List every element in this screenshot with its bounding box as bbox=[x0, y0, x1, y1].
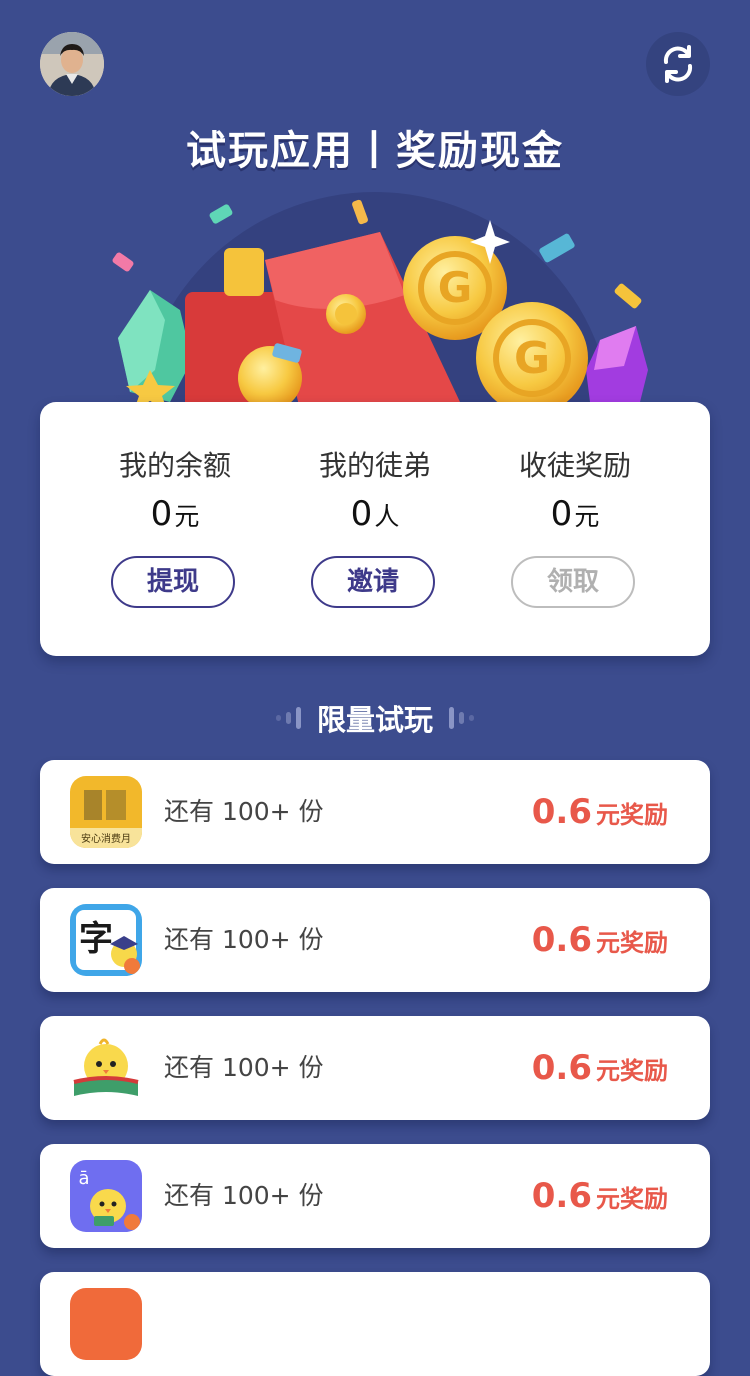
reward: 0.6 元奖励 bbox=[531, 1176, 668, 1216]
app-icon-chick-pinyin: ā bbox=[70, 1160, 142, 1232]
section-header: 限量试玩 bbox=[0, 694, 750, 742]
app-icon-chick-book bbox=[70, 1032, 142, 1104]
balance-value: 0元 bbox=[150, 494, 200, 534]
apprentice-label: 我的徒弟 bbox=[318, 449, 431, 482]
task-item[interactable]: 还有 100+ 份 0.6 元奖励 bbox=[40, 1016, 710, 1120]
reward: 0.6 元奖励 bbox=[531, 1048, 668, 1088]
task-item[interactable]: 安心消费月 还有 100+ 份 0.6 元奖励 bbox=[40, 760, 710, 864]
avatar[interactable] bbox=[40, 32, 104, 96]
app-icon-orange bbox=[70, 1288, 142, 1360]
signal-bars-right-icon bbox=[449, 707, 474, 729]
refresh-icon bbox=[663, 45, 693, 83]
claim-button[interactable]: 领取 bbox=[511, 556, 635, 608]
svg-text:字: 字 bbox=[79, 919, 113, 959]
signal-bars-left-icon bbox=[275, 707, 301, 729]
app-icon-zi-character: 字 bbox=[70, 904, 142, 976]
apprentice-reward-value: 0元 bbox=[550, 494, 600, 534]
user-avatar-icon bbox=[40, 32, 104, 96]
remaining-count: 还有 100+ 份 bbox=[164, 1053, 324, 1082]
stats-card: 我的余额 0元 提现 我的徒弟 0人 邀请 收徒奖励 0元 领取 bbox=[40, 402, 710, 656]
red-envelope-coins-illustration: G G bbox=[100, 170, 650, 410]
remaining-count: 还有 100+ 份 bbox=[164, 1181, 324, 1210]
svg-text:ā: ā bbox=[78, 1168, 89, 1189]
apprentice-value: 0人 bbox=[350, 494, 400, 534]
task-item[interactable]: 字 还有 100+ 份 0.6 元奖励 bbox=[40, 888, 710, 992]
section-title: 限量试玩 bbox=[316, 703, 433, 737]
withdraw-button[interactable]: 提现 bbox=[111, 556, 235, 608]
page-title: 试玩应用丨奖励现金 bbox=[186, 128, 564, 174]
task-item[interactable]: ā 还有 100+ 份 0.6 元奖励 bbox=[40, 1144, 710, 1248]
task-item[interactable] bbox=[40, 1272, 710, 1376]
invite-button[interactable]: 邀请 bbox=[311, 556, 435, 608]
svg-text:G: G bbox=[438, 263, 472, 312]
balance-label: 我的余额 bbox=[118, 449, 231, 482]
svg-text:安心消费月: 安心消费月 bbox=[81, 832, 131, 845]
remaining-count: 还有 100+ 份 bbox=[164, 797, 324, 826]
remaining-count: 还有 100+ 份 bbox=[164, 925, 324, 954]
reward: 0.6 元奖励 bbox=[531, 920, 668, 960]
refresh-button[interactable] bbox=[646, 32, 710, 96]
reward: 0.6 元奖励 bbox=[531, 792, 668, 832]
app-icon-yellow-shopping: 安心消费月 bbox=[70, 776, 142, 848]
svg-text:G: G bbox=[514, 333, 550, 384]
apprentice-reward-label: 收徒奖励 bbox=[518, 449, 631, 482]
